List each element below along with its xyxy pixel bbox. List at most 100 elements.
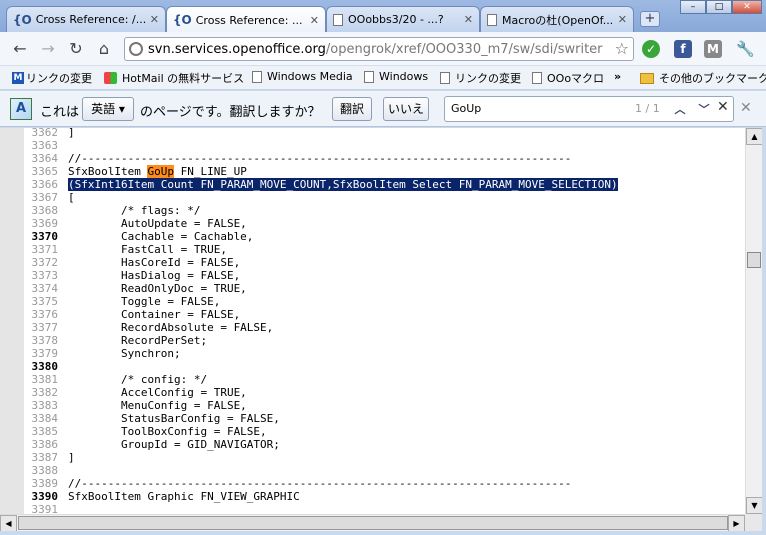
tab-0[interactable]: {O Cross Reference: /... ✕ — [6, 6, 166, 32]
left-gutter — [0, 128, 24, 514]
infobar-close-icon[interactable]: ✕ — [740, 100, 752, 116]
code-text: AccelConfig = TRUE, — [68, 386, 247, 399]
horizontal-scrollbar[interactable]: ◀ ▶ — [0, 514, 745, 532]
site-info-icon[interactable] — [129, 42, 143, 56]
address-bar[interactable]: svn.services.openoffice.org/opengrok/xre… — [124, 37, 634, 61]
line-number[interactable]: 3375 — [24, 295, 68, 308]
vertical-scroll-thumb[interactable] — [747, 252, 761, 268]
tab-close-icon[interactable]: ✕ — [150, 13, 159, 26]
tab-close-icon[interactable]: ✕ — [310, 14, 319, 27]
bookmark-item[interactable]: OOoマクロ — [532, 70, 604, 86]
code-text: SfxBoolItem Graphic FN_VIEW_GRAPHIC — [68, 490, 300, 503]
minimize-button[interactable]: – — [680, 0, 706, 14]
line-number[interactable]: 3368 — [24, 204, 68, 217]
code-line: 3363 — [24, 139, 745, 152]
checkmark-extension-icon[interactable]: ✓ — [642, 40, 660, 58]
line-number[interactable]: 3364 — [24, 152, 68, 165]
line-number[interactable]: 3366 — [24, 178, 68, 191]
line-number[interactable]: 3391 — [24, 503, 68, 514]
code-text: Cachable = Cachable, — [68, 230, 254, 243]
line-number[interactable]: 3381 — [24, 373, 68, 386]
code-text: StatusBarConfig = FALSE, — [68, 412, 280, 425]
line-number[interactable]: 3362 — [24, 128, 68, 139]
tab-2[interactable]: OOobbs3/20 - ...? ✕ — [326, 6, 480, 32]
line-number[interactable]: 3389 — [24, 477, 68, 490]
bookmark-star-icon[interactable]: ☆ — [615, 39, 629, 58]
window-frame — [762, 128, 766, 535]
line-number[interactable]: 3363 — [24, 139, 68, 152]
line-number[interactable]: 3382 — [24, 386, 68, 399]
line-number[interactable]: 3374 — [24, 282, 68, 295]
code-text: ] — [68, 451, 75, 464]
back-arrow-icon[interactable]: ← — [10, 39, 30, 59]
vertical-scrollbar[interactable]: ▲ ▼ — [745, 128, 763, 514]
bookmark-item[interactable]: HotMail の無料サービス — [104, 70, 244, 86]
code-text: //--------------------------------------… — [68, 477, 572, 490]
line-number[interactable]: 3386 — [24, 438, 68, 451]
tab-close-icon[interactable]: ✕ — [618, 13, 627, 26]
line-number[interactable]: 3371 — [24, 243, 68, 256]
forward-arrow-icon[interactable]: → — [38, 39, 58, 59]
scroll-up-icon[interactable]: ▲ — [746, 128, 763, 145]
code-line: 3370 Cachable = Cachable, — [24, 230, 745, 243]
line-number[interactable]: 3387 — [24, 451, 68, 464]
decline-translate-button[interactable]: いいえ — [383, 97, 429, 121]
scroll-right-icon[interactable]: ▶ — [728, 515, 745, 532]
tab-title: Macroの杜(OpenOf... — [502, 13, 614, 27]
line-number[interactable]: 3390 — [24, 490, 68, 503]
tab-3[interactable]: Macroの杜(OpenOf... ✕ — [480, 6, 634, 32]
language-select[interactable]: 英語 ▾ — [82, 97, 134, 121]
line-number[interactable]: 3384 — [24, 412, 68, 425]
line-number[interactable]: 3367 — [24, 191, 68, 204]
tab-close-icon[interactable]: ✕ — [464, 13, 473, 26]
facebook-icon[interactable]: f — [674, 40, 692, 58]
line-number[interactable]: 3379 — [24, 347, 68, 360]
line-number[interactable]: 3380 — [24, 360, 68, 373]
other-bookmarks-folder[interactable]: その他のブックマーク — [640, 70, 766, 86]
line-number[interactable]: 3378 — [24, 334, 68, 347]
opengrok-favicon-icon: {O — [173, 13, 192, 27]
maximize-button[interactable]: □ — [706, 0, 732, 14]
code-line: 3390 SfxBoolItem Graphic FN_VIEW_GRAPHIC — [24, 490, 745, 503]
window-frame — [0, 531, 766, 535]
new-tab-button[interactable]: + — [640, 11, 660, 27]
find-next-icon[interactable]: ﹀ — [695, 101, 713, 117]
reload-icon[interactable]: ↻ — [66, 39, 86, 59]
bookmark-item[interactable]: Windows — [364, 70, 428, 83]
tab-1-active[interactable]: {O Cross Reference: ... ✕ — [166, 6, 326, 33]
folder-icon — [640, 72, 654, 84]
line-number[interactable]: 3377 — [24, 321, 68, 334]
code-text: Container = FALSE, — [68, 308, 241, 321]
horizontal-scroll-thumb[interactable] — [18, 516, 728, 530]
bookmarks-overflow-chevron[interactable]: » — [614, 70, 621, 83]
line-number[interactable]: 3373 — [24, 269, 68, 282]
find-previous-icon[interactable]: ︿ — [671, 101, 689, 117]
page-icon — [364, 70, 374, 83]
bookmark-item[interactable]: M リンクの変更 — [12, 70, 92, 86]
line-number[interactable]: 3369 — [24, 217, 68, 230]
translate-button[interactable]: 翻訳 — [332, 97, 372, 121]
mail-checker-icon[interactable]: M — [704, 40, 722, 58]
bookmark-m-icon: M — [12, 72, 24, 84]
line-number[interactable]: 3385 — [24, 425, 68, 438]
navigation-toolbar: ← → ↻ ⌂ svn.services.openoffice.org/open… — [0, 32, 766, 66]
line-number[interactable]: 3372 — [24, 256, 68, 269]
code-text: Synchron; — [68, 347, 181, 360]
scroll-left-icon[interactable]: ◀ — [0, 515, 17, 532]
line-number[interactable]: 3365 — [24, 165, 68, 178]
find-close-icon[interactable]: ✕ — [717, 99, 729, 115]
scroll-corner — [745, 514, 762, 531]
close-window-button[interactable]: ✕ — [732, 0, 762, 14]
line-number[interactable]: 3383 — [24, 399, 68, 412]
bookmark-item[interactable]: リンクの変更 — [440, 70, 521, 86]
wrench-menu-icon[interactable]: 🔧 — [736, 40, 755, 58]
code-listing: 3362] 3363 3364 //-------------------------… — [24, 128, 745, 514]
find-input[interactable]: GoUp — [451, 102, 481, 115]
line-number[interactable]: 3370 — [24, 230, 68, 243]
code-line: 3365 SfxBoolItem GoUp FN_LINE_UP — [24, 165, 745, 178]
line-number[interactable]: 3376 — [24, 308, 68, 321]
line-number[interactable]: 3388 — [24, 464, 68, 477]
scroll-down-icon[interactable]: ▼ — [746, 497, 763, 514]
bookmark-item[interactable]: Windows Media — [252, 70, 353, 83]
home-icon[interactable]: ⌂ — [94, 39, 114, 59]
